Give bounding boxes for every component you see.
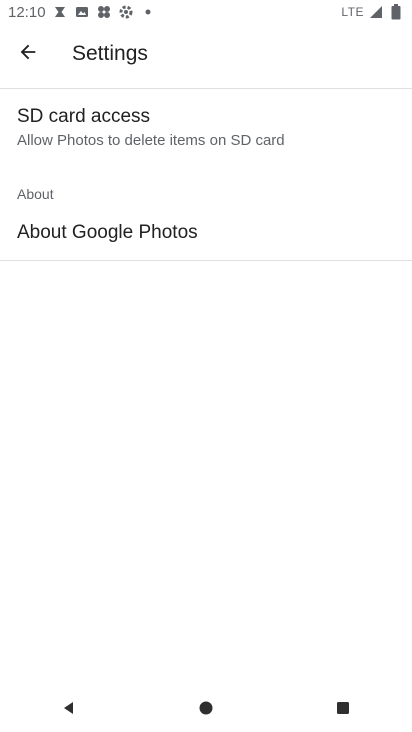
navigation-bar [0,684,412,732]
battery-icon [388,4,404,20]
status-left: 12:10 [0,4,156,21]
status-time: 12:10 [8,3,46,21]
recents-square-icon [337,702,350,714]
sd-card-access-item[interactable]: SD card access Allow Photos to delete it… [0,88,412,168]
status-right: LTE [341,4,412,20]
list-divider [0,260,412,261]
back-triangle-icon [63,702,73,714]
sd-card-access-summary: Allow Photos to delete items on SD card [17,132,285,149]
nav-recents-button[interactable] [319,684,367,732]
app-bar: Settings [0,24,412,89]
pinwheel-icon [96,4,112,20]
about-section-header: About [17,186,54,202]
nav-home-button[interactable] [182,684,230,732]
photos-icon [74,4,90,20]
status-bar: 12:10 LTE [0,0,412,24]
gmail-x-icon [52,4,68,20]
signal-icon [368,4,384,20]
about-google-photos-item[interactable]: About Google Photos [0,206,412,260]
nav-back-button[interactable] [45,684,93,732]
network-type: LTE [341,5,364,19]
back-button[interactable] [8,32,48,72]
home-circle-icon [199,701,213,715]
page-title: Settings [72,42,148,65]
arrow-back-icon [20,44,36,60]
sd-card-access-title: SD card access [17,106,151,127]
about-google-photos-title: About Google Photos [17,222,198,243]
settings-icon [118,4,134,20]
dot-icon [140,4,156,20]
